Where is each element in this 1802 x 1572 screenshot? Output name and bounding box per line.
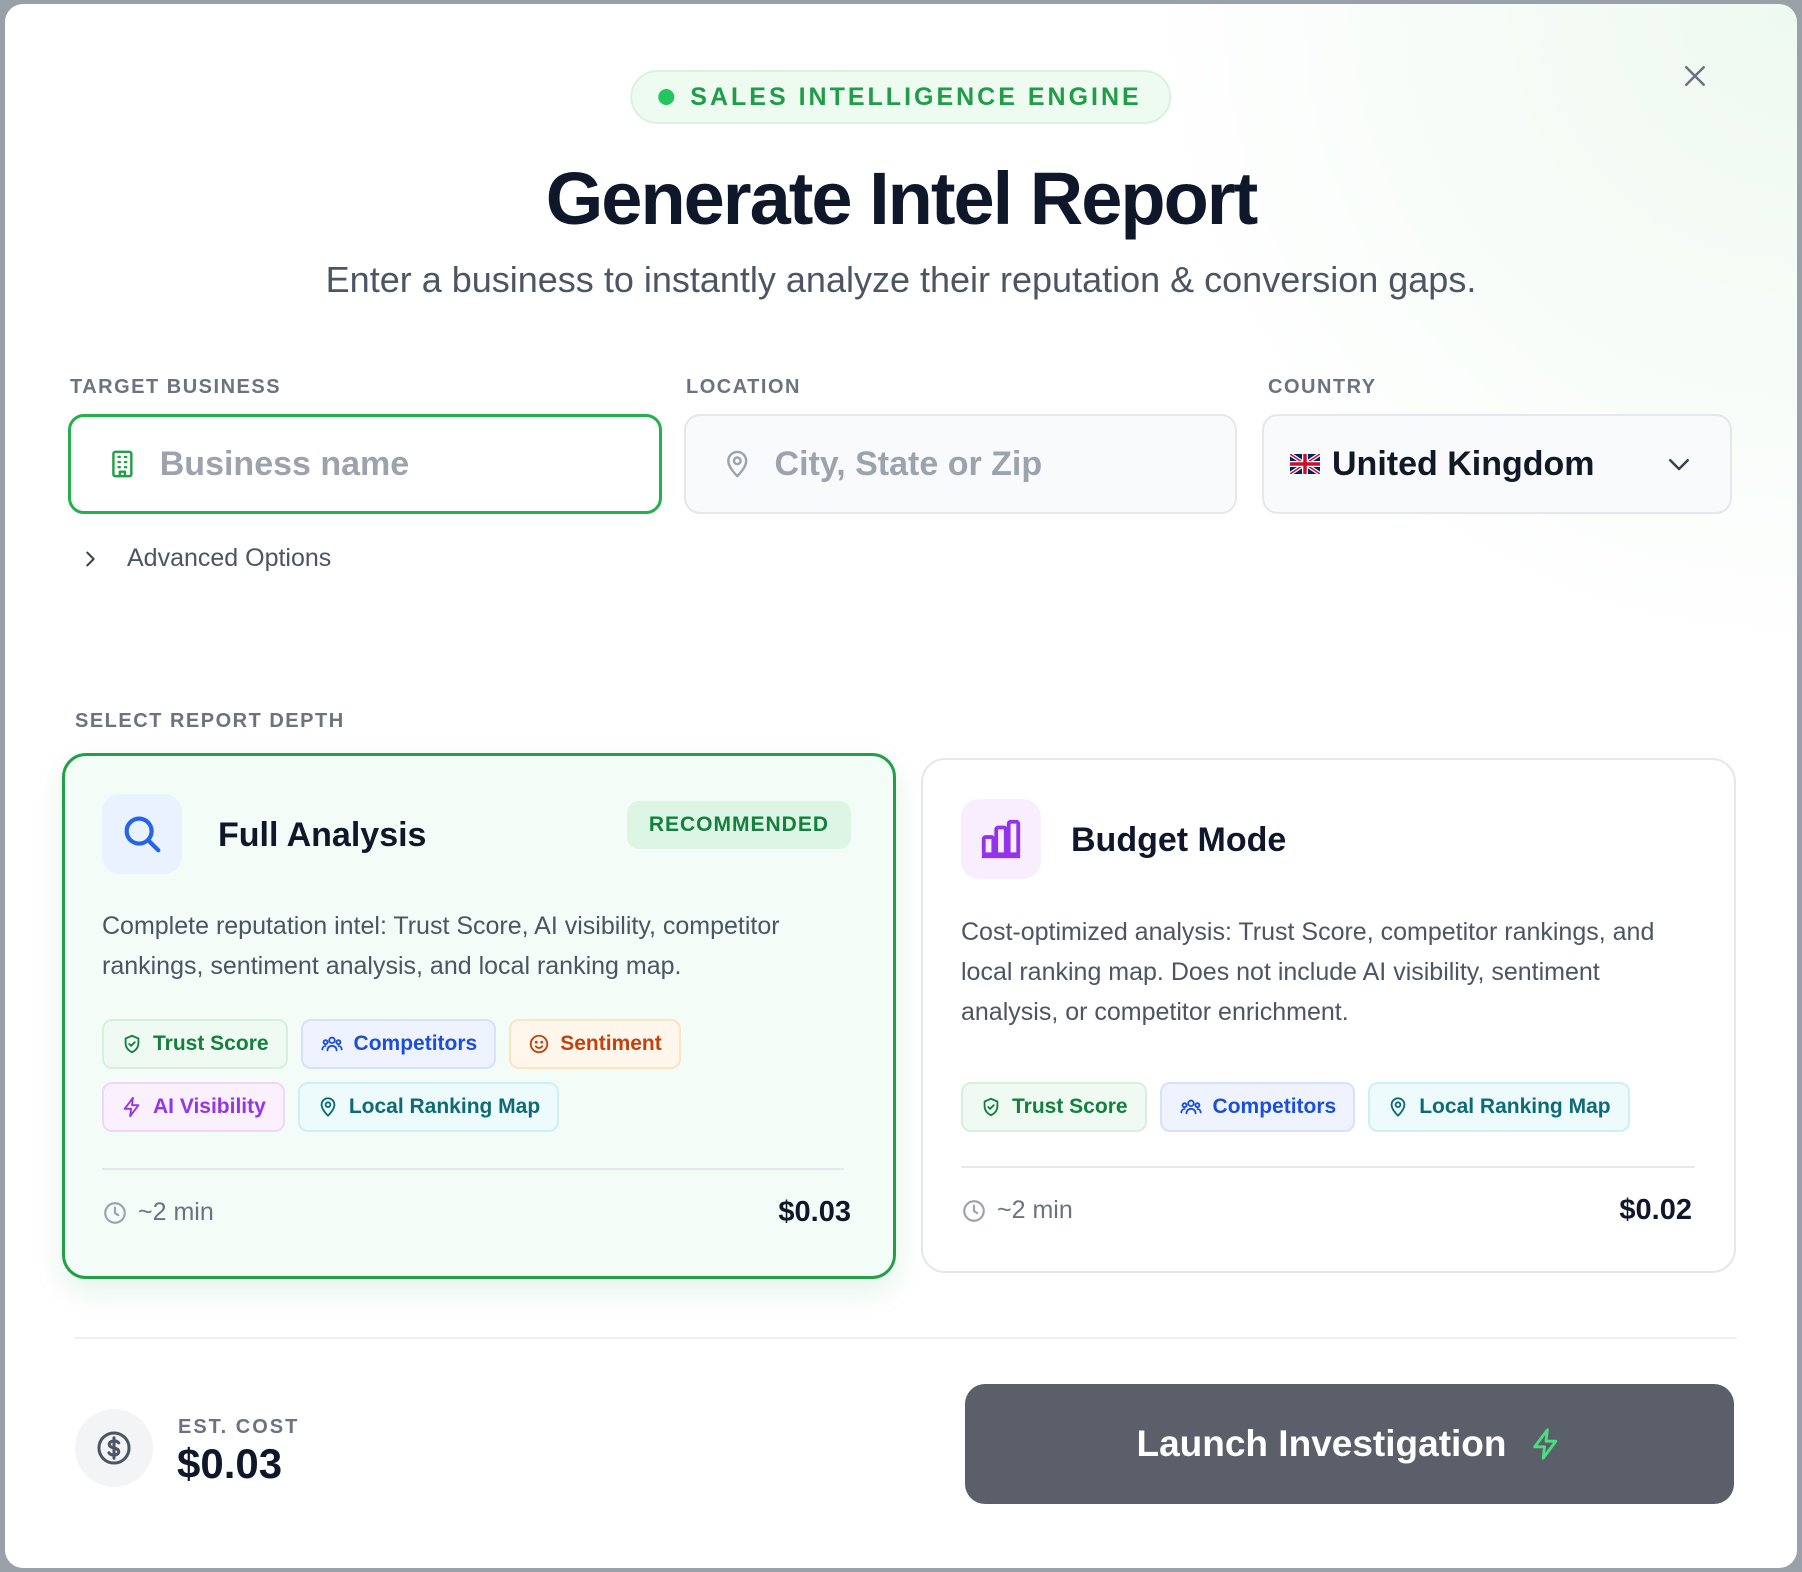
est-cost-label: EST. COST	[178, 1416, 300, 1438]
chevron-right-icon	[86, 551, 95, 566]
cost-icon-circle	[75, 1409, 153, 1487]
report-modal: SALES INTELLIGENCE ENGINE Generate Intel…	[5, 4, 1797, 1568]
full-analysis-price: $0.03	[778, 1196, 851, 1228]
launch-button-label: Launch Investigation	[1136, 1423, 1507, 1464]
shield-check-icon	[124, 1034, 140, 1054]
full-analysis-tags: Trust Score Competitors Sentiment AI Vis…	[102, 1019, 862, 1132]
lightning-icon	[1532, 1428, 1557, 1460]
business-input[interactable]	[159, 444, 659, 484]
tag-sentiment: Sentiment	[509, 1019, 681, 1069]
close-button[interactable]	[1673, 54, 1717, 98]
budget-mode-price: $0.02	[1619, 1194, 1692, 1226]
location-field[interactable]	[684, 414, 1237, 514]
business-label: TARGET BUSINESS	[70, 376, 282, 398]
dollar-circle-icon	[97, 1431, 131, 1465]
clock-icon	[104, 1201, 126, 1224]
tag-local-ranking-map: Local Ranking Map	[1368, 1082, 1630, 1132]
full-analysis-icon-box	[102, 794, 182, 874]
location-label: LOCATION	[686, 376, 801, 398]
advanced-options-toggle[interactable]: Advanced Options	[79, 544, 331, 573]
lightning-icon	[123, 1096, 140, 1118]
footer-divider	[75, 1337, 1737, 1339]
smile-icon	[530, 1034, 549, 1054]
report-depth-label: SELECT REPORT DEPTH	[75, 710, 345, 732]
full-analysis-time: ~2 min	[102, 1198, 214, 1227]
full-analysis-description: Complete reputation intel: Trust Score, …	[102, 912, 780, 980]
uk-flag-icon	[1290, 454, 1320, 474]
page-title: Generate Intel Report	[545, 157, 1259, 240]
clock-icon	[963, 1199, 985, 1222]
tag-trust-score: Trust Score	[102, 1019, 288, 1069]
country-name: United Kingdom	[1332, 444, 1595, 483]
engine-badge-label: SALES INTELLIGENCE ENGINE	[690, 82, 1142, 111]
est-cost-value: $0.03	[177, 1440, 283, 1487]
chevron-down-icon	[1669, 459, 1689, 471]
budget-mode-icon-box	[961, 799, 1041, 879]
users-icon	[321, 1036, 343, 1052]
map-pin-icon	[1390, 1097, 1406, 1117]
engine-badge: SALES INTELLIGENCE ENGINE	[630, 70, 1172, 124]
recommended-badge: RECOMMENDED	[626, 801, 851, 849]
budget-mode-description: Cost-optimized analysis: Trust Score, co…	[961, 918, 1655, 1026]
country-value: United Kingdom	[1290, 445, 1595, 484]
budget-mode-time: ~2 min	[961, 1196, 1073, 1225]
full-analysis-title: Full Analysis	[218, 816, 427, 854]
full-analysis-divider	[102, 1168, 844, 1170]
users-icon	[1180, 1099, 1202, 1115]
full-analysis-card[interactable]: Full Analysis RECOMMENDED Complete reput…	[62, 753, 896, 1279]
advanced-options-label: Advanced Options	[127, 544, 332, 572]
tag-local-ranking-map: Local Ranking Map	[297, 1082, 560, 1132]
search-icon	[124, 816, 161, 853]
tag-competitors: Competitors	[1159, 1082, 1356, 1132]
tag-ai-visibility: AI Visibility	[102, 1082, 285, 1132]
budget-mode-tags: Trust Score Competitors Local Ranking Ma…	[961, 1082, 1701, 1132]
page-subtitle: Enter a business to instantly analyze th…	[325, 259, 1477, 300]
tag-trust-score: Trust Score	[961, 1082, 1147, 1132]
close-icon	[1685, 66, 1705, 86]
location-input[interactable]	[774, 444, 1235, 484]
bar-chart-icon	[981, 819, 1021, 859]
country-select[interactable]: United Kingdom	[1262, 414, 1732, 514]
budget-mode-card[interactable]: Budget Mode Cost-optimized analysis: Tru…	[921, 758, 1736, 1273]
budget-mode-title: Budget Mode	[1071, 821, 1287, 859]
tag-competitors: Competitors	[300, 1019, 497, 1069]
country-label: COUNTRY	[1268, 376, 1377, 398]
budget-mode-divider	[961, 1166, 1695, 1168]
map-pin-icon	[727, 450, 748, 478]
shield-check-icon	[983, 1097, 999, 1117]
map-pin-icon	[320, 1097, 336, 1117]
launch-investigation-button[interactable]: Launch Investigation	[965, 1384, 1734, 1504]
building-icon	[112, 450, 133, 478]
business-field[interactable]	[68, 414, 662, 514]
status-dot-icon	[658, 89, 675, 105]
